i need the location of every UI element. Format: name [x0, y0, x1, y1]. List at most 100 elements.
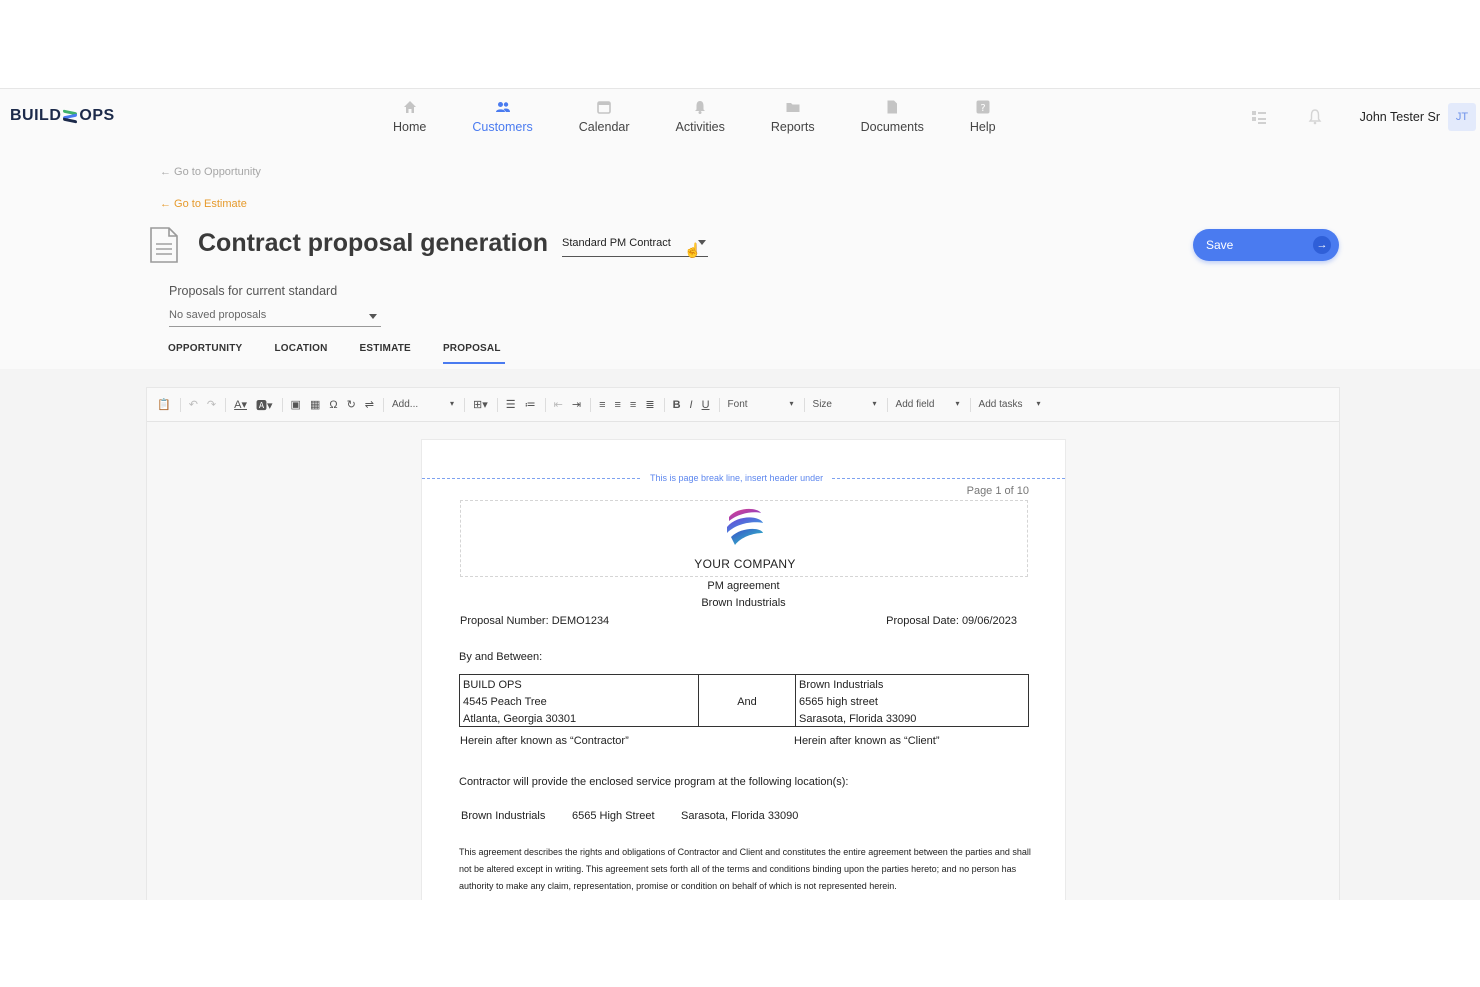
- agreement-type[interactable]: PM agreement: [422, 580, 1065, 592]
- nav-documents-label: Documents: [860, 120, 924, 134]
- add-field-dropdown[interactable]: Add field ▾: [896, 399, 960, 410]
- table-icon[interactable]: ▦: [310, 398, 320, 411]
- document-page[interactable]: This is page break line, insert header u…: [421, 439, 1066, 900]
- align-left-icon[interactable]: ≡: [599, 399, 605, 411]
- buildops-logo[interactable]: BUILD OPS: [10, 107, 115, 125]
- paste-icon[interactable]: 📋: [157, 398, 171, 411]
- tab-estimate[interactable]: ESTIMATE: [360, 343, 411, 364]
- contractor-city[interactable]: Atlanta, Georgia 30301: [463, 711, 695, 728]
- proposals-select-value: No saved proposals: [169, 309, 267, 321]
- contractor-cell: BUILD OPS 4545 Peach Tree Atlanta, Georg…: [460, 675, 699, 726]
- client-name[interactable]: Brown Industrials: [799, 677, 1025, 694]
- home-icon: [403, 101, 416, 113]
- add-dropdown[interactable]: Add... ▾: [392, 399, 454, 410]
- background-color-icon[interactable]: 🅰▾: [256, 397, 273, 413]
- page-title: Contract proposal generation: [198, 229, 549, 257]
- parties-table[interactable]: BUILD OPS 4545 Peach Tree Atlanta, Georg…: [459, 674, 1029, 727]
- proposal-number[interactable]: Proposal Number: DEMO1234: [460, 615, 609, 627]
- agreement-paragraph[interactable]: This agreement describes the rights and …: [459, 844, 1031, 895]
- image-icon[interactable]: ▣: [291, 398, 301, 411]
- italic-button[interactable]: I: [690, 399, 693, 411]
- add-tasks-dropdown[interactable]: Add tasks ▾: [979, 399, 1041, 410]
- company-header-box[interactable]: YOUR COMPANY: [460, 500, 1028, 577]
- location-name[interactable]: Brown Industrials: [461, 810, 545, 822]
- caret-icon: ▾: [450, 399, 455, 408]
- nav-activities[interactable]: Activities: [653, 99, 748, 134]
- nav-reports[interactable]: Reports: [748, 99, 838, 134]
- toolbar-divider: [383, 397, 385, 412]
- outdent-icon[interactable]: ⇤: [554, 398, 563, 411]
- refresh-icon[interactable]: ↻: [347, 398, 356, 411]
- location-city[interactable]: Sarasota, Florida 33090: [681, 810, 798, 822]
- save-button-label: Save: [1206, 238, 1234, 252]
- nav-calendar-label: Calendar: [578, 120, 630, 134]
- caret-icon: ▾: [872, 399, 877, 408]
- text-color-icon[interactable]: A▾: [234, 398, 247, 411]
- underline-button[interactable]: U: [702, 399, 710, 411]
- and-cell: And: [699, 675, 796, 726]
- location-street[interactable]: 6565 High Street: [572, 810, 655, 822]
- strikethrough-icon[interactable]: ⇌: [365, 398, 374, 411]
- nav-help[interactable]: ? Help: [947, 99, 1019, 134]
- contractor-name[interactable]: BUILD OPS: [463, 677, 695, 694]
- toolbar-divider: [225, 397, 227, 412]
- notification-bell-icon[interactable]: [1304, 106, 1326, 128]
- size-dropdown[interactable]: Size ▾: [813, 399, 877, 410]
- add-dropdown-label: Add...: [392, 399, 419, 410]
- undo-icon[interactable]: ↶: [189, 398, 198, 411]
- redo-icon[interactable]: ↷: [207, 398, 216, 411]
- logo-text-right: OPS: [79, 107, 115, 124]
- bold-button[interactable]: B: [673, 399, 681, 411]
- client-city[interactable]: Sarasota, Florida 33090: [799, 711, 1025, 728]
- add-field-label: Add field: [895, 399, 935, 410]
- service-program-text[interactable]: Contractor will provide the enclosed ser…: [459, 776, 848, 788]
- pointer-cursor-icon: ☝: [684, 242, 702, 258]
- and-label: And: [737, 696, 757, 708]
- numbered-list-icon[interactable]: ☰: [506, 398, 516, 411]
- folder-icon: [786, 103, 800, 112]
- nav-customers[interactable]: Customers: [449, 99, 555, 134]
- proposals-label: Proposals for current standard: [169, 284, 338, 298]
- go-to-estimate-link[interactable]: ← Go to Estimate: [160, 198, 247, 210]
- align-right-icon[interactable]: ≡: [630, 399, 636, 411]
- nav-calendar[interactable]: Calendar: [556, 99, 653, 134]
- client-cell: Brown Industrials 6565 high street Saras…: [796, 675, 1028, 726]
- tab-bar: OPPORTUNITY LOCATION ESTIMATE PROPOSAL: [168, 343, 537, 364]
- bullet-list-icon[interactable]: ≔: [525, 398, 536, 411]
- align-justify-icon[interactable]: ≣: [645, 398, 654, 411]
- contractor-known-as[interactable]: Herein after known as “Contractor”: [460, 735, 629, 747]
- add-tasks-label: Add tasks: [978, 399, 1023, 410]
- logo-mark-icon: [62, 109, 78, 124]
- save-button[interactable]: Save →: [1193, 229, 1339, 261]
- contractor-street[interactable]: 4545 Peach Tree: [463, 694, 695, 711]
- proposal-date[interactable]: Proposal Date: 09/06/2023: [886, 615, 1017, 627]
- tab-proposal[interactable]: PROPOSAL: [442, 343, 505, 364]
- main-nav: Home Customers Calendar Activities Repor…: [370, 99, 1019, 134]
- avatar[interactable]: JT: [1448, 103, 1476, 131]
- tab-opportunity[interactable]: OPPORTUNITY: [168, 343, 242, 364]
- page-number: Page 1 of 10: [966, 485, 1029, 497]
- calendar-icon: [597, 101, 611, 114]
- standard-select-value: Standard PM Contract: [562, 237, 671, 249]
- client-known-as[interactable]: Herein after known as “Client”: [794, 735, 940, 747]
- align-center-icon[interactable]: ≡: [615, 399, 621, 411]
- indent-icon[interactable]: ⇥: [572, 398, 581, 411]
- toolbar-divider: [590, 397, 592, 412]
- nav-customers-label: Customers: [472, 120, 533, 134]
- nav-reports-label: Reports: [770, 120, 815, 134]
- client-street[interactable]: 6565 high street: [799, 694, 1025, 711]
- tab-location[interactable]: LOCATION: [274, 343, 327, 364]
- by-and-between: By and Between:: [459, 651, 543, 663]
- special-char-icon[interactable]: Ω: [329, 399, 337, 411]
- list-view-icon[interactable]: [1248, 106, 1270, 128]
- nav-activities-label: Activities: [675, 120, 725, 134]
- table-layout-icon[interactable]: ⊞▾: [473, 398, 488, 411]
- font-dropdown[interactable]: Font ▾: [728, 399, 794, 410]
- rich-text-editor: 📋 ↶ ↷ A▾ 🅰▾ ▣ ▦ Ω ↻ ⇌ Add... ▾ ⊞▾ ☰ ≔ ⇤ ⇥…: [146, 387, 1340, 900]
- proposals-select[interactable]: No saved proposals: [169, 309, 381, 327]
- go-to-opportunity-link[interactable]: ← Go to Opportunity: [160, 166, 261, 178]
- user-name[interactable]: John Tester Sr: [1360, 110, 1440, 124]
- client-name-heading[interactable]: Brown Industrials: [422, 597, 1065, 609]
- nav-documents[interactable]: Documents: [838, 99, 947, 134]
- nav-home[interactable]: Home: [370, 99, 449, 134]
